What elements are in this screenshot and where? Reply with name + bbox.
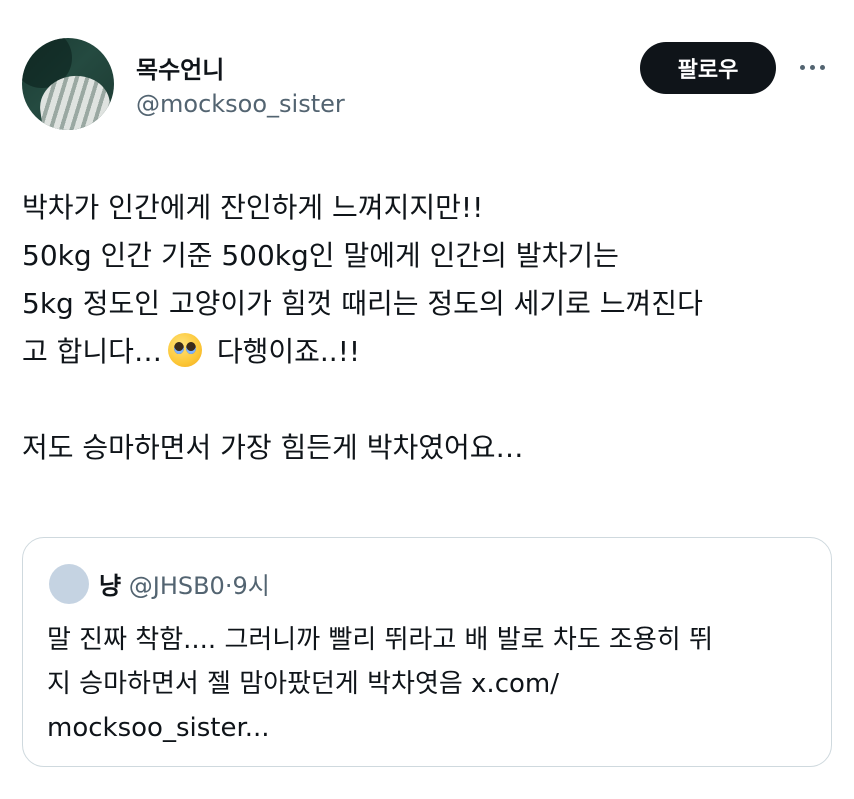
quoted-time: 9시 [232,572,270,600]
more-dot [799,64,805,70]
quoted-avatar [49,564,89,604]
quoted-body: 말 진짜 착함.... 그러니까 빨리 뛰라고 배 발로 차도 조용히 뛰 지 … [47,618,817,750]
tweet-header: 목수언니 @mocksoo_sister 팔로우 [22,38,832,130]
more-options-icon[interactable] [792,52,832,82]
more-dot [809,64,815,70]
quoted-author-handle: @JHSB0 [128,572,225,600]
quoted-tweet-card[interactable]: 냥 @JHSB0·9시 말 진짜 착함.... 그러니까 빨리 뛰라고 배 발로… [22,537,832,767]
tweet-text-segment: 고 합니다… [22,335,162,368]
tweet-line: 저도 승마하면서 가장 힘든게 박차였어요… [22,431,524,464]
quoted-line: mocksoo_sister... [47,713,270,743]
tweet-body: 박차가 인간에게 잔인하게 느껴지지만!! 50kg 인간 기준 500kg인 … [22,184,834,472]
tweet-text-segment: 다행이죠..!! [216,335,361,368]
quoted-line: 말 진짜 착함.... 그러니까 빨리 뛰라고 배 발로 차도 조용히 뛰 [47,625,713,655]
tweet-line: 박차가 인간에게 잔인하게 느껴지지만!! [22,191,484,224]
author-name[interactable]: 목수언니 [136,50,224,85]
tweet-line-with-emoji: 고 합니다… 다행이죠..!! [22,328,834,376]
quoted-line: 지 승마하면서 젤 맘아팠던게 박차엿음 x.com/ [47,669,559,699]
follow-button[interactable]: 팔로우 [640,42,776,94]
more-dot [819,64,825,70]
pleading-face-icon [167,333,202,367]
tweet-line: 50kg 인간 기준 500kg인 말에게 인간의 발차기는 [22,239,619,272]
tweet-line: 5kg 정도인 고양이가 힘껏 때리는 정도의 세기로 느껴진다 [22,287,703,320]
quoted-author-name: 냥 [99,572,122,600]
author-handle[interactable]: @mocksoo_sister [136,90,345,118]
quoted-header: 냥 @JHSB0·9시 [99,566,270,601]
avatar[interactable] [22,38,114,130]
